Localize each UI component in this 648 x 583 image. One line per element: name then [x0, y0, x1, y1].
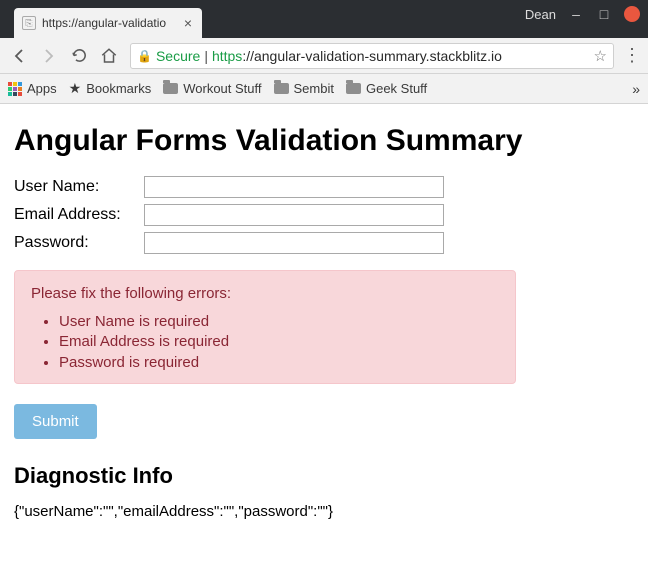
error-summary: Please fix the following errors: User Na…	[14, 270, 516, 384]
reload-icon[interactable]	[66, 43, 92, 69]
form-row-email: Email Address:	[14, 204, 634, 226]
tab-title: https://angular-validatio	[42, 16, 182, 30]
minimize-icon[interactable]: –	[568, 6, 584, 22]
submit-button[interactable]: Submit	[14, 404, 97, 439]
bookmark-label: Bookmarks	[86, 81, 151, 96]
email-label: Email Address:	[14, 206, 144, 224]
bookmark-item-bookmarks[interactable]: ★ Bookmarks	[69, 80, 152, 97]
url-protocol: https	[212, 48, 242, 64]
back-icon[interactable]	[6, 43, 32, 69]
browser-toolbar: 🔒 Secure | https://angular-validation-su…	[0, 38, 648, 74]
window-controls: Dean – □	[525, 6, 640, 22]
close-tab-icon[interactable]: ×	[182, 15, 194, 31]
email-input[interactable]	[144, 204, 444, 226]
password-input[interactable]	[144, 232, 444, 254]
forward-icon[interactable]	[36, 43, 62, 69]
password-label: Password:	[14, 234, 144, 252]
browser-tab[interactable]: ⎘ https://angular-validatio ×	[14, 8, 202, 38]
diagnostic-title: Diagnostic Info	[14, 463, 634, 489]
bookmark-label: Workout Stuff	[183, 81, 261, 96]
error-item: User Name is required	[59, 312, 499, 332]
url-separator: |	[204, 48, 208, 64]
username-input[interactable]	[144, 176, 444, 198]
error-item: Email Address is required	[59, 332, 499, 352]
username-label: User Name:	[14, 178, 144, 196]
bookmarks-overflow-icon[interactable]: »	[632, 81, 640, 97]
maximize-icon[interactable]: □	[596, 6, 612, 22]
bookmark-star-icon[interactable]: ☆	[594, 47, 607, 65]
folder-icon	[346, 83, 361, 94]
lock-icon: 🔒	[137, 49, 152, 63]
file-icon: ⎘	[22, 16, 36, 30]
form-row-password: Password:	[14, 232, 634, 254]
bookmark-item-sembit[interactable]: Sembit	[274, 81, 334, 96]
close-window-icon[interactable]	[624, 6, 640, 22]
error-heading: Please fix the following errors:	[31, 285, 499, 302]
star-icon: ★	[69, 80, 82, 97]
diagnostic-text: {"userName":"","emailAddress":"","passwo…	[14, 503, 634, 520]
form-row-username: User Name:	[14, 176, 634, 198]
apps-icon	[8, 82, 22, 96]
error-item: Password is required	[59, 353, 499, 373]
bookmark-item-geek[interactable]: Geek Stuff	[346, 81, 427, 96]
apps-label: Apps	[27, 81, 57, 96]
bookmark-label: Geek Stuff	[366, 81, 427, 96]
home-icon[interactable]	[96, 43, 122, 69]
page-title: Angular Forms Validation Summary	[14, 124, 634, 158]
bookmark-label: Sembit	[294, 81, 334, 96]
folder-icon	[163, 83, 178, 94]
page-content: Angular Forms Validation Summary User Na…	[0, 104, 648, 532]
url-host: ://angular-validation-summary.stackblitz…	[242, 48, 502, 64]
error-list: User Name is required Email Address is r…	[31, 312, 499, 373]
folder-icon	[274, 83, 289, 94]
menu-icon[interactable]: ⋮	[622, 45, 642, 66]
address-bar[interactable]: 🔒 Secure | https://angular-validation-su…	[130, 43, 614, 69]
bookmarks-bar: Apps ★ Bookmarks Workout Stuff Sembit Ge…	[0, 74, 648, 104]
apps-shortcut[interactable]: Apps	[8, 81, 57, 96]
bookmark-item-workout[interactable]: Workout Stuff	[163, 81, 261, 96]
secure-label: Secure	[156, 48, 200, 64]
profile-label: Dean	[525, 7, 556, 22]
window-titlebar: ⎘ https://angular-validatio × Dean – □	[0, 0, 648, 38]
